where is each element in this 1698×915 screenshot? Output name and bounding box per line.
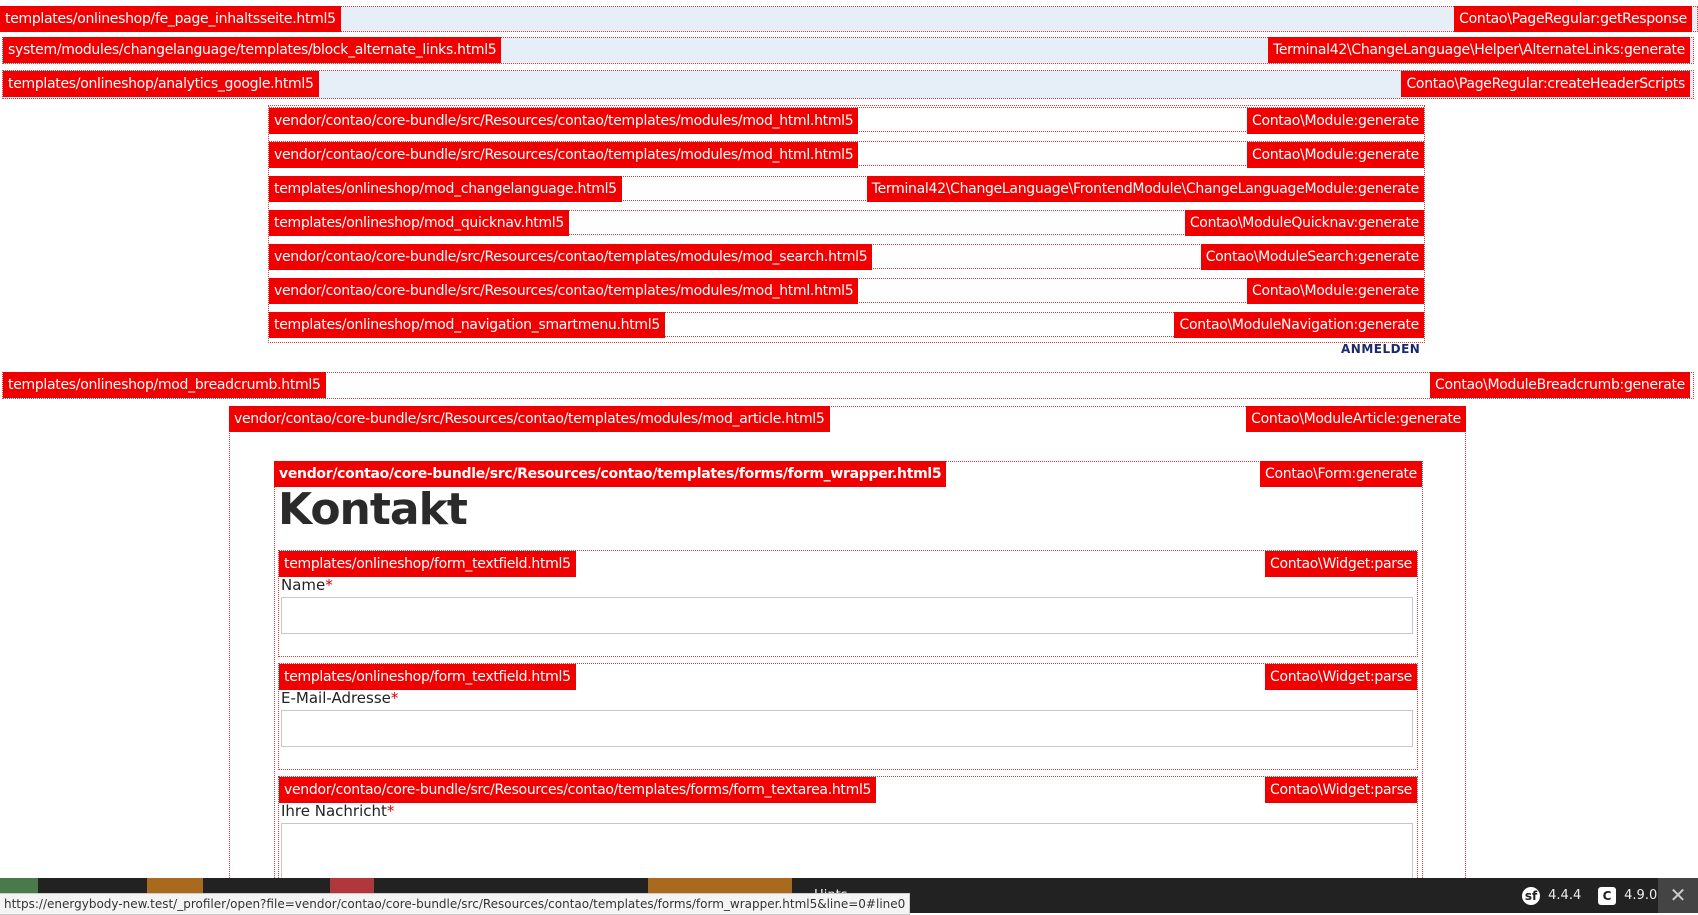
status-bar-url: https://energybody-new.test/_profiler/op…	[0, 893, 911, 915]
overlay-template-label[interactable]: templates/onlineshop/mod_quicknav.html5	[269, 210, 569, 236]
toolbar-contao-version[interactable]: C 4.9.0	[1590, 878, 1665, 913]
overlay-method-label[interactable]: Terminal42\ChangeLanguage\Helper\Alterna…	[1267, 37, 1690, 63]
overlay-method-label[interactable]: Contao\Form:generate	[1260, 461, 1422, 487]
name-field[interactable]	[281, 597, 1413, 634]
message-label: Ihre Nachricht*	[281, 802, 395, 820]
contao-icon: C	[1598, 886, 1616, 905]
required-mark: *	[325, 576, 333, 594]
overlay-template-label[interactable]: system/modules/changelanguage/templates/…	[3, 37, 502, 63]
overlay-method-label[interactable]: Contao\Widget:parse	[1264, 777, 1417, 803]
overlay-template-label[interactable]: vendor/contao/core-bundle/src/Resources/…	[269, 142, 859, 168]
overlay-template-label[interactable]: vendor/contao/core-bundle/src/Resources/…	[229, 406, 830, 432]
symfony-icon: sf	[1522, 886, 1540, 905]
overlay-method-label[interactable]: Contao\ModuleQuicknav:generate	[1184, 210, 1424, 236]
overlay-method-label[interactable]: Terminal42\ChangeLanguage\FrontendModule…	[866, 176, 1424, 202]
overlay-template-label[interactable]: vendor/contao/core-bundle/src/Resources/…	[269, 278, 859, 304]
email-field[interactable]	[281, 710, 1413, 747]
overlay-template-label[interactable]: templates/onlineshop/mod_breadcrumb.html…	[3, 372, 326, 398]
overlay-method-label[interactable]: Contao\PageRegular:createHeaderScripts	[1401, 71, 1690, 97]
overlay-method-label[interactable]: Contao\ModuleSearch:generate	[1200, 244, 1424, 270]
overlay-template-label[interactable]: templates/onlineshop/mod_changelanguage.…	[269, 176, 622, 202]
page-title: Kontakt	[278, 484, 468, 535]
overlay-template-label[interactable]: templates/onlineshop/form_textfield.html…	[279, 664, 576, 690]
overlay-template-label[interactable]: vendor/contao/core-bundle/src/Resources/…	[269, 108, 859, 134]
overlay-template-label[interactable]: vendor/contao/core-bundle/src/Resources/…	[279, 777, 877, 803]
overlay-method-label[interactable]: Contao\Widget:parse	[1264, 551, 1417, 577]
close-toolbar-button[interactable]: ✕	[1658, 878, 1698, 913]
name-label: Name*	[281, 576, 333, 594]
overlay-method-label[interactable]: Contao\PageRegular:getResponse	[1454, 6, 1692, 32]
symfony-version-label: 4.4.4	[1548, 888, 1582, 903]
overlay-method-label[interactable]: Contao\Widget:parse	[1264, 664, 1417, 690]
overlay-method-label[interactable]: Contao\Module:generate	[1246, 108, 1424, 134]
toolbar-symfony-version[interactable]: sf 4.4.4	[1514, 878, 1589, 913]
overlay-template-label[interactable]: templates/onlineshop/mod_navigation_smar…	[269, 312, 665, 338]
overlay-method-label[interactable]: Contao\ModuleBreadcrumb:generate	[1430, 372, 1690, 398]
overlay-method-label[interactable]: Contao\ModuleNavigation:generate	[1174, 312, 1424, 338]
login-link[interactable]: ANMELDEN	[1341, 342, 1420, 356]
overlay-template-label[interactable]: templates/onlineshop/form_textfield.html…	[279, 551, 576, 577]
overlay-template-label[interactable]: templates/onlineshop/fe_page_inhaltsseit…	[0, 6, 341, 32]
overlay-method-label[interactable]: Contao\Module:generate	[1246, 278, 1424, 304]
message-textarea[interactable]	[281, 823, 1413, 883]
overlay-template-label[interactable]: templates/onlineshop/analytics_google.ht…	[3, 71, 319, 97]
contao-version-label: 4.9.0	[1624, 888, 1658, 903]
email-label: E-Mail-Adresse*	[281, 689, 399, 707]
overlay-method-label[interactable]: Contao\ModuleArticle:generate	[1246, 406, 1466, 432]
overlay-method-label[interactable]: Contao\Module:generate	[1246, 142, 1424, 168]
required-mark: *	[386, 802, 395, 820]
overlay-template-label[interactable]: vendor/contao/core-bundle/src/Resources/…	[269, 244, 873, 270]
required-mark: *	[390, 689, 399, 707]
